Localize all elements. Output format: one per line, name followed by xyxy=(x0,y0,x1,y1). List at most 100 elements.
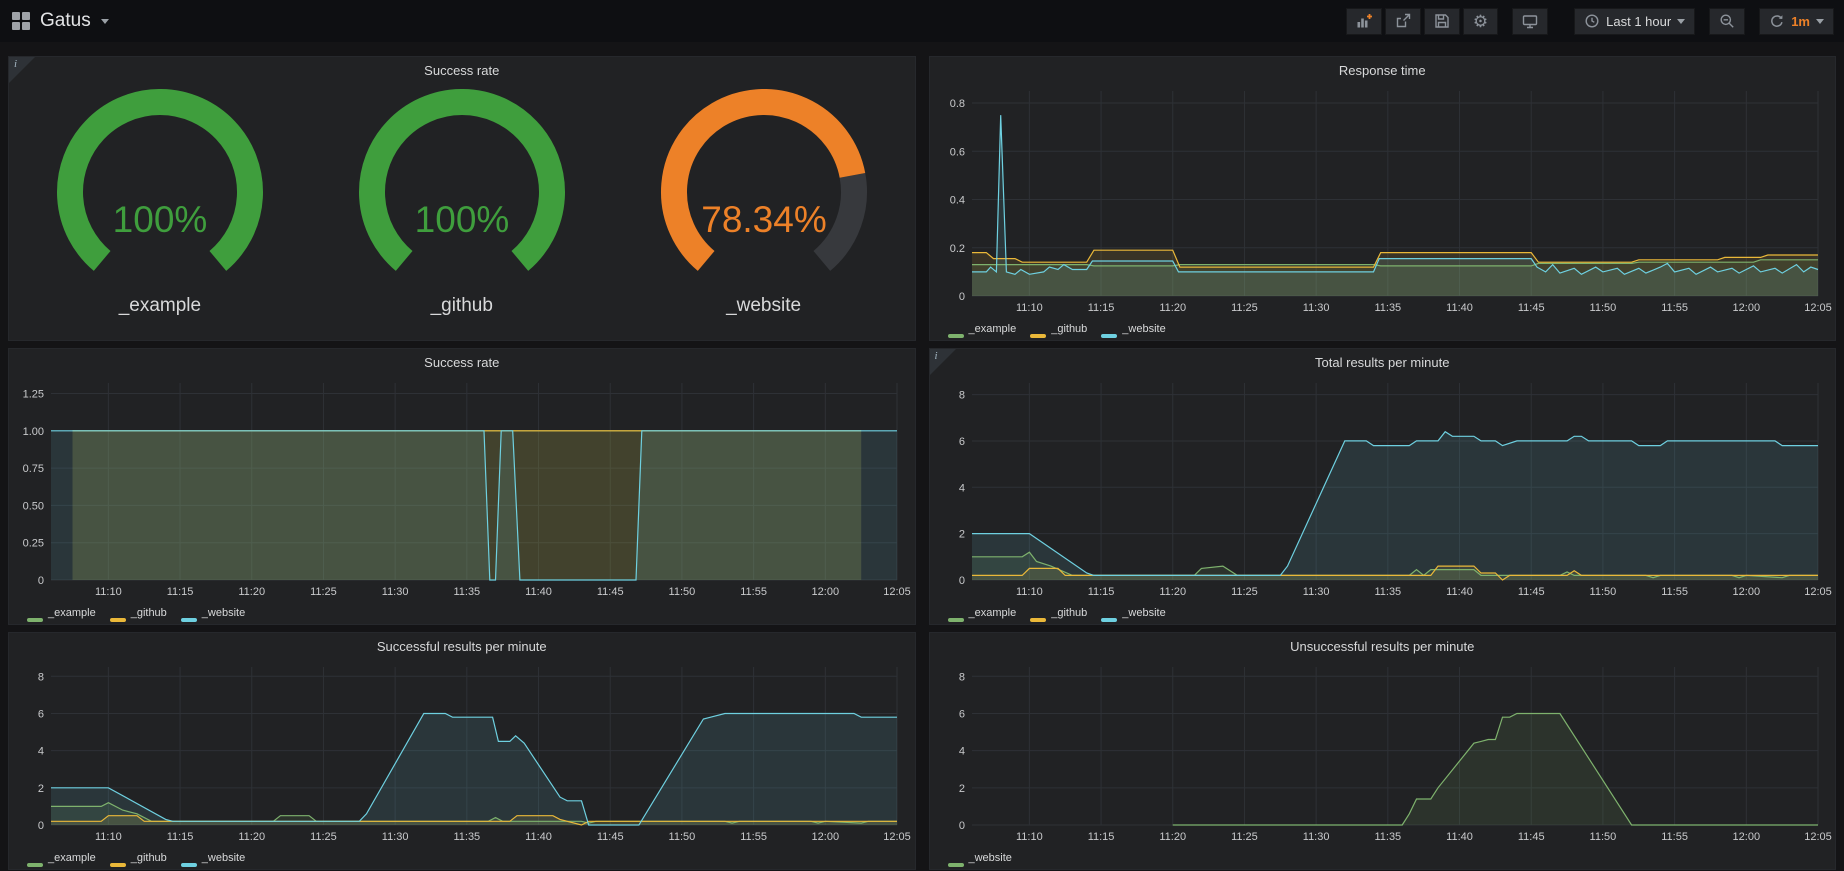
x-axis-tick-label: 12:00 xyxy=(1732,831,1760,843)
dashboard-title[interactable]: Gatus xyxy=(40,10,91,32)
panel-title[interactable]: Successful results per minute xyxy=(9,633,915,659)
legend-label: _website xyxy=(969,852,1012,864)
share-icon xyxy=(1395,13,1411,29)
success_rate_ts-plot[interactable]: 00.250.500.751.001.2511:1011:1511:2011:2… xyxy=(9,375,915,602)
y-axis-tick-label: 6 xyxy=(38,708,44,720)
panel-title-text: Successful results per minute xyxy=(377,639,547,654)
y-axis-tick-label: 0 xyxy=(958,575,964,587)
legend-item-_website[interactable]: _website xyxy=(181,849,245,867)
panel-total-results: i Total results per minute 0246811:1011:… xyxy=(929,348,1837,625)
response-time-chart[interactable]: 00.20.40.60.811:1011:1511:2011:2511:3011… xyxy=(930,83,1836,318)
x-axis-tick-label: 11:50 xyxy=(1589,302,1616,314)
y-axis-tick-label: 0.25 xyxy=(23,538,44,550)
legend-color-dash xyxy=(181,618,197,622)
x-axis-tick-label: 11:35 xyxy=(1374,302,1401,314)
legend-item-_github[interactable]: _github xyxy=(110,849,167,867)
x-axis-tick-label: 12:00 xyxy=(812,586,840,598)
gauge-arc: 100% xyxy=(35,89,285,293)
navbar-toolbar: ⚙ Last 1 hour xyxy=(1346,8,1834,35)
x-axis-tick-label: 12:05 xyxy=(883,831,911,843)
total_results-plot[interactable]: 0246811:1011:1511:2011:2511:3011:3511:40… xyxy=(930,375,1836,602)
clock-icon xyxy=(1584,13,1600,29)
panel-title[interactable]: Total results per minute xyxy=(930,349,1836,375)
y-axis-tick-label: 2 xyxy=(958,783,964,795)
x-axis-tick-label: 11:15 xyxy=(167,586,194,598)
panel-title[interactable]: Response time xyxy=(930,57,1836,83)
legend-item-_website[interactable]: _website xyxy=(1101,604,1165,622)
dashboard-grid-icon[interactable] xyxy=(12,12,30,30)
time-range-button[interactable]: Last 1 hour xyxy=(1574,8,1695,35)
save-button[interactable] xyxy=(1424,8,1460,35)
y-axis-tick-label: 4 xyxy=(958,482,964,494)
legend-item-_github[interactable]: _github xyxy=(1030,320,1087,338)
x-axis-tick-label: 11:10 xyxy=(1015,302,1042,314)
dashboard-dropdown-caret[interactable] xyxy=(101,19,109,24)
unsuccessful_results-plot[interactable]: 0246811:1011:1511:2011:2511:3011:3511:40… xyxy=(930,659,1836,847)
successful-results-chart[interactable]: 0246811:1011:1511:2011:2511:3011:3511:40… xyxy=(9,659,915,847)
legend-label: _github xyxy=(1051,323,1087,335)
panel-title-text: Success rate xyxy=(424,355,499,370)
x-axis-tick-label: 11:50 xyxy=(669,586,696,598)
legend-item-_github[interactable]: _github xyxy=(110,604,167,622)
success-rate-chart[interactable]: 00.250.500.751.001.2511:1011:1511:2011:2… xyxy=(9,375,915,602)
legend-item-_example[interactable]: _example xyxy=(948,320,1017,338)
legend-color-dash xyxy=(948,334,964,338)
legend-label: _website xyxy=(1122,323,1165,335)
time-range-caret xyxy=(1677,19,1685,24)
refresh-caret xyxy=(1816,19,1824,24)
gauge-label: _github xyxy=(431,295,493,317)
chart-legend: _example _github _website xyxy=(9,847,915,869)
legend-color-dash xyxy=(948,863,964,867)
legend-item-_github[interactable]: _github xyxy=(1030,604,1087,622)
legend-item-_website[interactable]: _website xyxy=(1101,320,1165,338)
total-results-chart[interactable]: 0246811:1011:1511:2011:2511:3011:3511:40… xyxy=(930,375,1836,602)
x-axis-tick-label: 11:40 xyxy=(1446,831,1473,843)
legend-label: _website xyxy=(202,852,245,864)
series-area-_website xyxy=(972,432,1818,580)
chart-legend: _example _github _website xyxy=(930,318,1836,340)
x-axis-tick-label: 11:10 xyxy=(1015,831,1042,843)
x-axis-tick-label: 11:10 xyxy=(1015,586,1042,598)
legend-item-_example[interactable]: _example xyxy=(27,849,96,867)
panel-response-time: Response time 00.20.40.60.811:1011:1511:… xyxy=(929,56,1837,341)
panel-title[interactable]: Success rate xyxy=(9,349,915,375)
panel-success-rate-gauges: i Success rate 100%_example100%_github78… xyxy=(8,56,916,341)
x-axis-tick-label: 11:50 xyxy=(1589,831,1616,843)
response_time-plot[interactable]: 00.20.40.60.811:1011:1511:2011:2511:3011… xyxy=(930,83,1836,318)
panel-info-icon[interactable]: i xyxy=(9,57,35,83)
x-axis-tick-label: 11:40 xyxy=(1446,586,1473,598)
y-axis-tick-label: 8 xyxy=(958,671,964,683)
panel-title[interactable]: Success rate xyxy=(9,57,915,83)
y-axis-tick-label: 2 xyxy=(958,529,964,541)
unsuccessful-results-chart[interactable]: 0246811:1011:1511:2011:2511:3011:3511:40… xyxy=(930,659,1836,847)
y-axis-tick-label: 8 xyxy=(958,390,964,402)
chart-legend: _example _github _website xyxy=(9,602,915,624)
refresh-button[interactable]: 1m xyxy=(1759,8,1834,35)
panel-info-icon[interactable]: i xyxy=(930,349,956,375)
add-panel-button[interactable] xyxy=(1346,8,1382,35)
settings-button[interactable]: ⚙ xyxy=(1463,8,1498,35)
y-axis-tick-label: 0 xyxy=(958,820,964,832)
x-axis-tick-label: 11:25 xyxy=(1231,302,1258,314)
panel-title-text: Response time xyxy=(1339,63,1426,78)
y-axis-tick-label: 0.4 xyxy=(949,195,964,207)
x-axis-tick-label: 12:05 xyxy=(1804,586,1832,598)
x-axis-tick-label: 12:00 xyxy=(812,831,840,843)
legend-item-_website[interactable]: _website xyxy=(948,849,1012,867)
share-button[interactable] xyxy=(1385,8,1421,35)
legend-color-dash xyxy=(110,618,126,622)
x-axis-tick-label: 11:50 xyxy=(1589,586,1616,598)
legend-item-_website[interactable]: _website xyxy=(181,604,245,622)
legend-label: _github xyxy=(131,607,167,619)
legend-item-_example[interactable]: _example xyxy=(948,604,1017,622)
zoom-out-button[interactable] xyxy=(1709,8,1745,35)
panel-title[interactable]: Unsuccessful results per minute xyxy=(930,633,1836,659)
legend-item-_example[interactable]: _example xyxy=(27,604,96,622)
x-axis-tick-label: 11:15 xyxy=(167,831,194,843)
tv-mode-button[interactable] xyxy=(1512,8,1548,35)
y-axis-tick-label: 0.2 xyxy=(949,243,964,255)
successful_results-plot[interactable]: 0246811:1011:1511:2011:2511:3011:3511:40… xyxy=(9,659,915,847)
x-axis-tick-label: 11:30 xyxy=(1302,302,1329,314)
gauge-label: _website xyxy=(726,295,801,317)
panel-success-rate-graph: Success rate 00.250.500.751.001.2511:101… xyxy=(8,348,916,625)
